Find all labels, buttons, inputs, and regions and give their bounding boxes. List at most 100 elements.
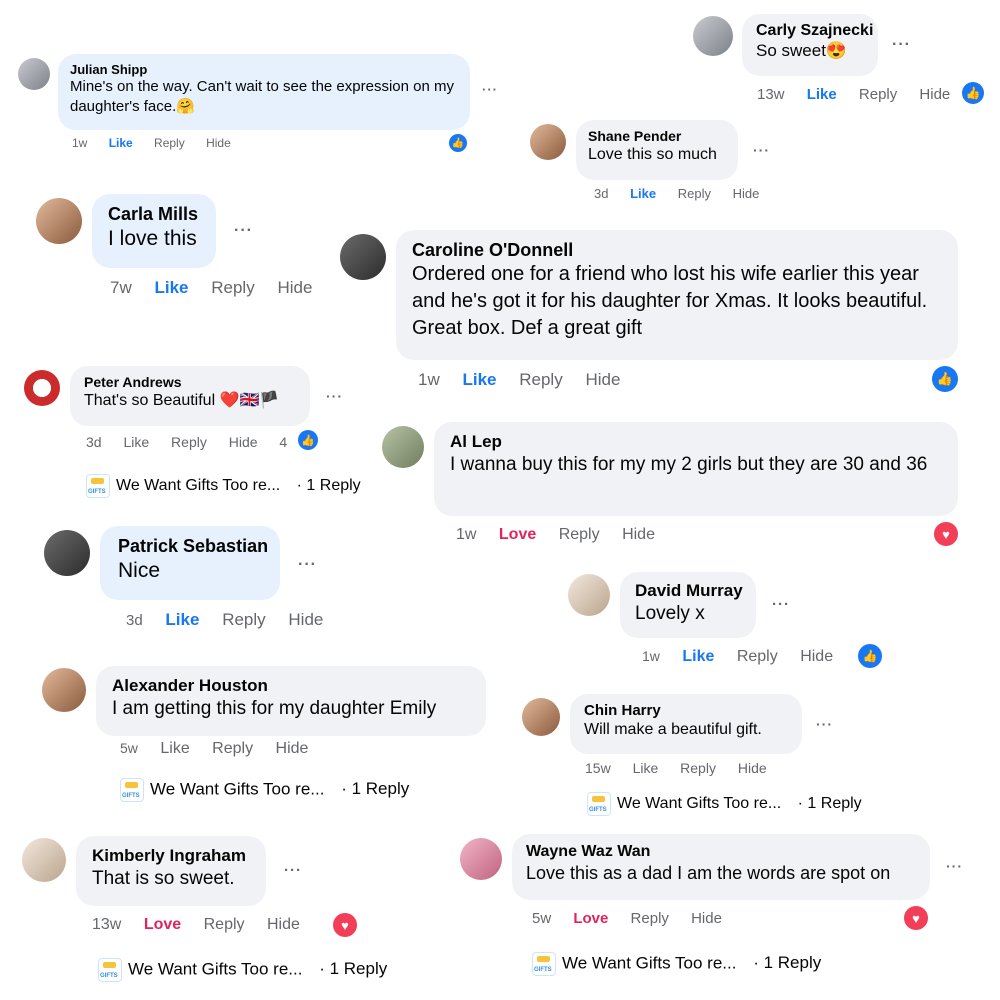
like-reaction-icon[interactable]: 👍 — [962, 82, 984, 104]
author-name[interactable]: Carla Mills — [108, 204, 200, 225]
like-button[interactable]: Like — [109, 136, 133, 150]
avatar[interactable] — [340, 234, 386, 280]
hide-button[interactable]: Hide — [206, 136, 231, 150]
more-options-icon[interactable]: ··· — [284, 862, 302, 879]
timestamp[interactable]: 15w — [585, 760, 611, 776]
author-name[interactable]: Al Lep — [450, 432, 942, 452]
avatar[interactable] — [18, 58, 50, 90]
timestamp[interactable]: 1w — [642, 648, 660, 664]
timestamp[interactable]: 3d — [126, 612, 143, 629]
view-replies-link[interactable]: We Want Gifts Too re... · 1 Reply — [86, 474, 361, 498]
avatar[interactable] — [522, 698, 560, 736]
more-options-icon[interactable]: ··· — [298, 556, 317, 574]
more-options-icon[interactable]: ··· — [326, 388, 343, 404]
timestamp[interactable]: 1w — [456, 526, 476, 543]
reply-button[interactable]: Reply — [519, 370, 562, 389]
avatar[interactable] — [460, 838, 502, 880]
reply-button[interactable]: Reply — [171, 434, 207, 450]
hide-button[interactable]: Hide — [288, 610, 323, 629]
like-button[interactable]: Like — [462, 370, 496, 389]
avatar[interactable] — [693, 16, 733, 56]
view-replies-link[interactable]: We Want Gifts Too re... · 1 Reply — [120, 778, 409, 802]
author-name[interactable]: Patrick Sebastian — [118, 536, 268, 557]
like-button[interactable]: Like — [807, 86, 837, 103]
reply-button[interactable]: Reply — [678, 186, 711, 201]
reply-button[interactable]: Reply — [211, 278, 254, 297]
avatar[interactable] — [36, 198, 82, 244]
timestamp[interactable]: 13w — [92, 916, 121, 933]
view-replies-link[interactable]: We Want Gifts Too re... · 1 Reply — [587, 792, 862, 816]
author-name[interactable]: Kimberly Ingraham — [92, 846, 250, 866]
timestamp[interactable]: 7w — [110, 278, 132, 297]
hide-button[interactable]: Hide — [267, 916, 300, 933]
more-options-icon[interactable]: ··· — [816, 716, 833, 732]
author-name[interactable]: Wayne Waz Wan — [526, 843, 916, 861]
like-reaction-icon[interactable]: 👍 — [932, 366, 958, 392]
more-options-icon[interactable]: ··· — [892, 36, 911, 54]
timestamp[interactable]: 5w — [532, 910, 551, 927]
view-replies-link[interactable]: We Want Gifts Too re... · 1 Reply — [98, 958, 387, 982]
hide-button[interactable]: Hide — [622, 526, 655, 543]
love-reaction-icon[interactable]: ♥ — [934, 522, 958, 546]
love-reaction-icon[interactable]: ♥ — [333, 913, 357, 937]
hide-button[interactable]: Hide — [800, 648, 833, 665]
author-name[interactable]: Shane Pender — [588, 128, 726, 144]
avatar[interactable] — [530, 124, 566, 160]
timestamp[interactable]: 1w — [418, 370, 440, 389]
reply-button[interactable]: Reply — [212, 740, 253, 757]
love-reaction-icon[interactable]: ♥ — [904, 906, 928, 930]
hide-button[interactable]: Hide — [738, 760, 767, 776]
avatar[interactable] — [42, 668, 86, 712]
avatar[interactable] — [24, 370, 60, 406]
like-button[interactable]: Like — [160, 740, 189, 757]
reply-button[interactable]: Reply — [154, 136, 185, 150]
like-button[interactable]: Like — [123, 434, 149, 450]
like-button[interactable]: Like — [682, 648, 714, 665]
more-options-icon[interactable]: ··· — [946, 858, 963, 874]
hide-button[interactable]: Hide — [733, 186, 760, 201]
author-name[interactable]: David Murray — [635, 581, 743, 601]
reply-button[interactable]: Reply — [737, 648, 778, 665]
like-reaction-icon[interactable]: 👍 — [298, 430, 318, 450]
reply-button[interactable]: Reply — [631, 910, 669, 927]
timestamp[interactable]: 5w — [120, 740, 138, 756]
author-name[interactable]: Caroline O'Donnell — [412, 240, 942, 261]
more-options-icon[interactable]: ··· — [753, 142, 770, 158]
love-button[interactable]: Love — [573, 910, 608, 927]
more-options-icon[interactable]: ··· — [482, 82, 498, 97]
hide-button[interactable]: Hide — [229, 434, 258, 450]
hide-button[interactable]: Hide — [919, 86, 950, 103]
reply-button[interactable]: Reply — [222, 610, 265, 629]
avatar[interactable] — [382, 426, 424, 468]
more-options-icon[interactable]: ··· — [234, 222, 253, 240]
author-name[interactable]: Peter Andrews — [84, 374, 296, 390]
timestamp[interactable]: 13w — [757, 86, 785, 103]
like-button[interactable]: Like — [633, 760, 659, 776]
reaction-count[interactable]: 4 — [279, 434, 287, 450]
like-reaction-icon[interactable]: 👍 — [858, 644, 882, 668]
like-button[interactable]: Like — [154, 278, 188, 297]
timestamp[interactable]: 3d — [86, 434, 102, 450]
love-button[interactable]: Love — [499, 526, 536, 543]
view-replies-link[interactable]: We Want Gifts Too re... · 1 Reply — [532, 952, 821, 976]
love-button[interactable]: Love — [144, 916, 181, 933]
like-reaction-icon[interactable]: 👍 — [449, 134, 467, 152]
reply-button[interactable]: Reply — [559, 526, 600, 543]
reply-button[interactable]: Reply — [204, 916, 245, 933]
author-name[interactable]: Chin Harry — [584, 702, 788, 719]
like-button[interactable]: Like — [630, 186, 656, 201]
hide-button[interactable]: Hide — [277, 278, 312, 297]
like-button[interactable]: Like — [165, 610, 199, 629]
author-name[interactable]: Carly Szajnecki — [756, 22, 873, 40]
hide-button[interactable]: Hide — [691, 910, 722, 927]
avatar[interactable] — [22, 838, 66, 882]
hide-button[interactable]: Hide — [585, 370, 620, 389]
timestamp[interactable]: 1w — [72, 136, 87, 150]
reply-button[interactable]: Reply — [680, 760, 716, 776]
avatar[interactable] — [568, 574, 610, 616]
more-options-icon[interactable]: ··· — [772, 596, 790, 613]
hide-button[interactable]: Hide — [276, 740, 309, 757]
author-name[interactable]: Alexander Houston — [112, 676, 470, 696]
avatar[interactable] — [44, 530, 90, 576]
author-name[interactable]: Julian Shipp — [70, 62, 458, 77]
